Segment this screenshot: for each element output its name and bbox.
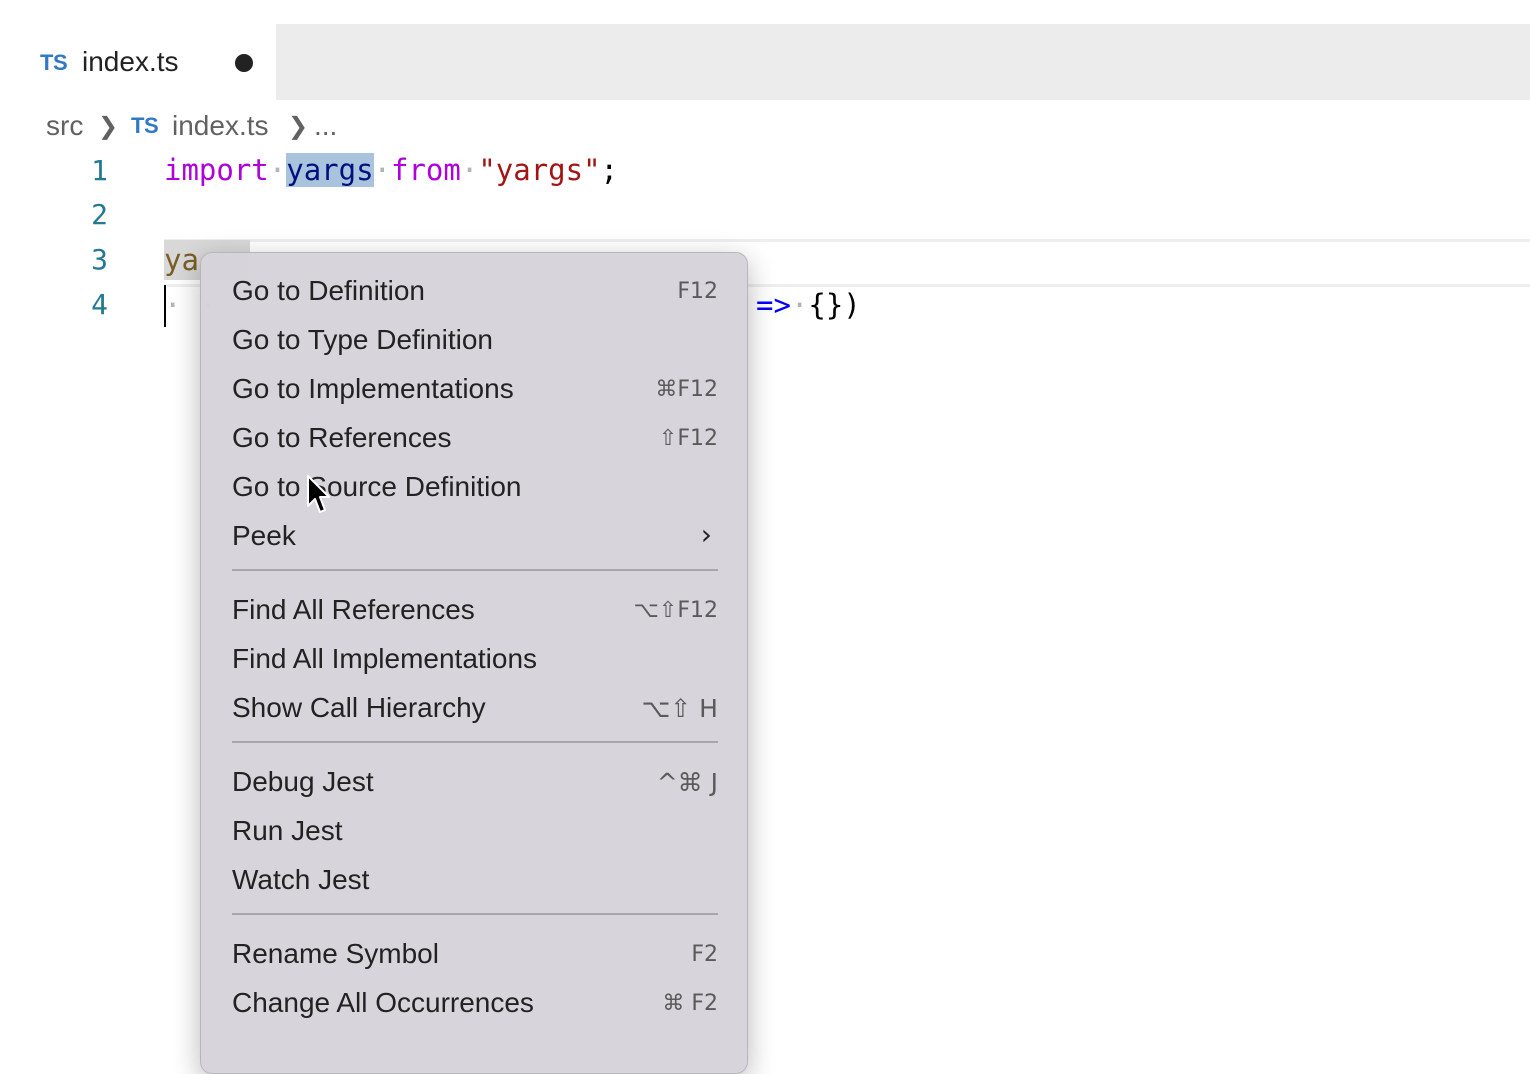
- menu-item-shortcut: ⌥⇧ H: [641, 694, 718, 723]
- menu-item-shortcut: F12: [677, 279, 718, 304]
- menu-item-go-to-definition[interactable]: Go to Definition F12: [232, 269, 718, 313]
- keyword-import: import: [164, 153, 269, 187]
- menu-item-shortcut: ⌘F12: [655, 377, 718, 402]
- tab-bar-empty-area: [276, 24, 1530, 100]
- text-cursor: [164, 285, 166, 327]
- line-number: 2: [91, 198, 108, 231]
- menu-item-label: Find All References: [232, 594, 475, 625]
- line-number: 3: [91, 243, 108, 276]
- chevron-right-icon: ❯: [98, 112, 119, 140]
- line-number: 4: [91, 288, 108, 321]
- code-line-4-tail[interactable]: =>·{}): [756, 288, 861, 322]
- menu-item-shortcut: ⌘ F2: [662, 991, 718, 1016]
- menu-item-label: Run Jest: [232, 815, 343, 846]
- menu-item-label: Go to Source Definition: [232, 471, 522, 502]
- string-literal: "yargs": [478, 153, 601, 187]
- typescript-file-icon: TS: [40, 50, 68, 75]
- menu-item-shortcut: ⌥⇧F12: [633, 598, 718, 623]
- unsaved-dot-icon[interactable]: [235, 54, 253, 72]
- breadcrumb-file[interactable]: index.ts: [172, 110, 269, 142]
- menu-item-change-all-occurrences[interactable]: Change All Occurrences ⌘ F2: [232, 981, 718, 1025]
- menu-item-go-to-source-definition[interactable]: Go to Source Definition: [232, 465, 718, 509]
- menu-item-label: Find All Implementations: [232, 643, 538, 674]
- selected-identifier: yargs: [286, 153, 374, 187]
- menu-item-label: Peek: [232, 520, 296, 551]
- menu-item-go-to-type-definition[interactable]: Go to Type Definition: [232, 318, 718, 362]
- menu-item-shortcut: F2: [691, 942, 718, 967]
- menu-item-label: Debug Jest: [232, 766, 374, 797]
- keyword-from: from: [391, 153, 461, 187]
- menu-separator: [232, 913, 718, 915]
- code-line-3[interactable]: ya: [164, 243, 199, 277]
- menu-item-peek[interactable]: Peek ›: [232, 514, 718, 558]
- menu-item-label: Watch Jest: [232, 864, 370, 895]
- mouse-pointer-icon: [307, 475, 330, 513]
- menu-item-label: Go to Definition: [232, 275, 425, 306]
- menu-item-label: Show Call Hierarchy: [232, 692, 486, 723]
- breadcrumb-folder[interactable]: src: [46, 110, 83, 142]
- chevron-right-icon: ❯: [288, 112, 309, 140]
- tab-title: index.ts: [82, 46, 179, 77]
- arrow-operator: =>: [756, 288, 791, 322]
- menu-item-show-call-hierarchy[interactable]: Show Call Hierarchy ⌥⇧ H: [232, 686, 718, 730]
- line-number: 1: [91, 154, 108, 187]
- menu-item-label: Go to References: [232, 422, 452, 453]
- object-literal: {}): [808, 288, 861, 322]
- menu-item-debug-jest[interactable]: Debug Jest ^⌘ J: [232, 760, 718, 804]
- menu-item-find-all-references[interactable]: Find All References ⌥⇧F12: [232, 588, 718, 632]
- code-line-1[interactable]: import·yargs·from·"yargs";: [164, 153, 618, 187]
- menu-item-label: Change All Occurrences: [232, 987, 534, 1018]
- chevron-right-icon: ›: [700, 518, 712, 551]
- semicolon: ;: [600, 153, 619, 187]
- menu-item-run-jest[interactable]: Run Jest: [232, 809, 718, 853]
- menu-item-go-to-implementations[interactable]: Go to Implementations ⌘F12: [232, 367, 718, 411]
- menu-item-rename-symbol[interactable]: Rename Symbol F2: [232, 932, 718, 976]
- menu-separator: [232, 569, 718, 571]
- menu-item-shortcut: ^⌘ J: [656, 768, 718, 797]
- menu-item-label: Go to Type Definition: [232, 324, 493, 355]
- tab-bar: TS index.ts: [0, 24, 1530, 100]
- menu-item-find-all-implementations[interactable]: Find All Implementations: [232, 637, 718, 681]
- menu-item-go-to-references[interactable]: Go to References ⇧F12: [232, 416, 718, 460]
- tab-index-ts[interactable]: TS index.ts: [0, 24, 276, 100]
- breadcrumb-more[interactable]: ...: [314, 110, 337, 142]
- menu-item-label: Go to Implementations: [232, 373, 514, 404]
- menu-separator: [232, 741, 718, 743]
- menu-item-label: Rename Symbol: [232, 938, 439, 969]
- context-menu: Go to Definition F12 Go to Type Definiti…: [200, 252, 748, 1074]
- menu-item-shortcut: ⇧F12: [658, 426, 718, 451]
- typescript-file-icon: TS: [131, 113, 159, 138]
- menu-item-watch-jest[interactable]: Watch Jest: [232, 858, 718, 902]
